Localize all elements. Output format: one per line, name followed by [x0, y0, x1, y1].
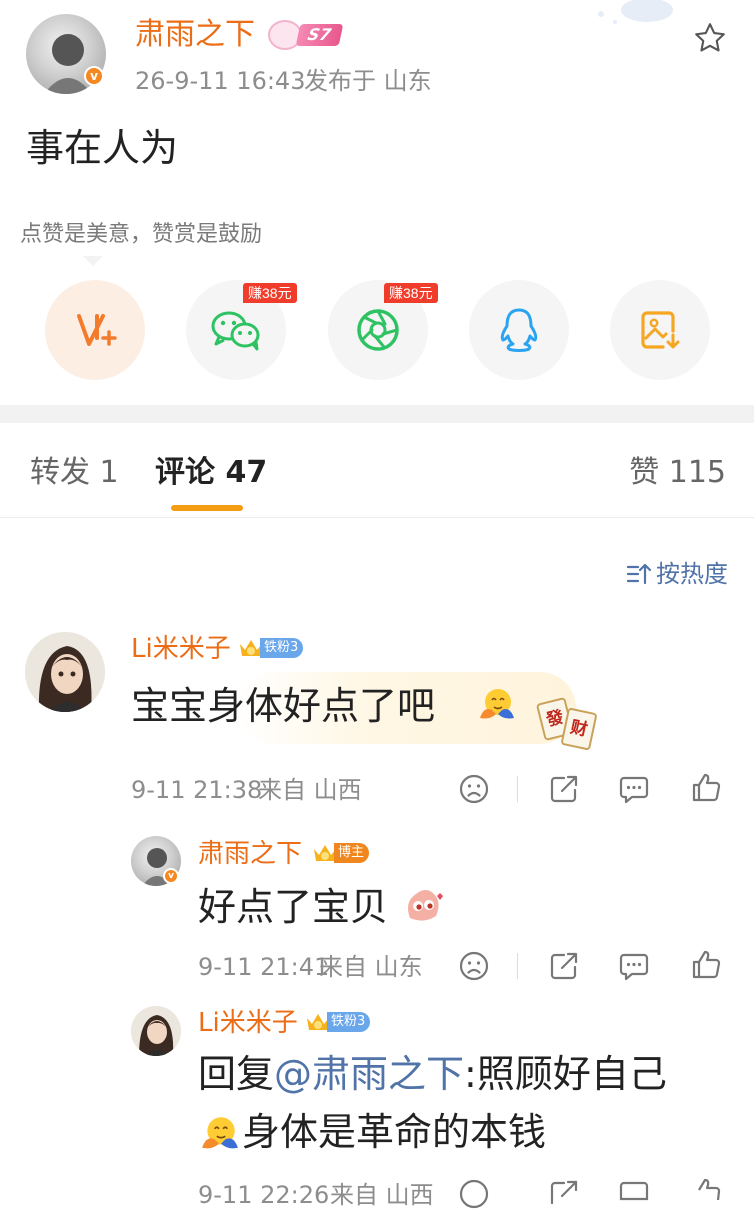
- comment-icon: [619, 953, 649, 981]
- comment-icon: [619, 1181, 649, 1201]
- reply-time: 9-11 22:26: [198, 1181, 330, 1209]
- like-button[interactable]: [690, 1176, 722, 1208]
- forward-button[interactable]: [548, 773, 580, 805]
- reply-button[interactable]: [618, 773, 650, 805]
- forward-icon: [550, 775, 578, 803]
- hint-pointer: [83, 256, 103, 266]
- fan-badge: 铁粉3: [238, 637, 304, 659]
- comment-user[interactable]: Li米米子: [131, 632, 231, 666]
- sort-label: 按热度: [656, 560, 728, 588]
- verified-badge-icon: v: [84, 66, 104, 86]
- verified-badge-icon: v: [163, 868, 179, 884]
- thumbs-up-icon: [692, 950, 721, 979]
- author-badge: 博主: [312, 842, 370, 864]
- cloud-decoration-icon: [598, 0, 673, 24]
- reply-user[interactable]: Li米米子: [198, 1006, 298, 1040]
- share-qq-button[interactable]: [469, 280, 569, 380]
- forward-button[interactable]: [548, 950, 580, 982]
- reward-button[interactable]: [45, 280, 145, 380]
- tab-active-indicator: [171, 505, 243, 511]
- mahjong-tile-1-text: 發: [544, 707, 566, 731]
- reward-hint: 点赞是美意，赞赏是鼓励: [20, 222, 263, 247]
- hug-emoji-icon: [200, 1112, 240, 1152]
- mention-link[interactable]: @肃雨之下: [274, 1052, 464, 1096]
- hug-emoji-icon: [478, 684, 516, 722]
- comment-icon: [619, 776, 649, 804]
- dislike-button[interactable]: [458, 773, 490, 805]
- reply-user[interactable]: 肃雨之下: [198, 837, 302, 871]
- author-name[interactable]: 肃雨之下: [135, 16, 255, 54]
- reply-avatar[interactable]: [131, 1006, 181, 1056]
- frown-face-icon: [459, 774, 489, 804]
- reply-button[interactable]: [618, 950, 650, 982]
- mahjong-tile-2-text: 财: [568, 717, 590, 741]
- sort-button[interactable]: 按热度: [626, 558, 728, 590]
- level-badge: S7: [268, 20, 343, 50]
- reply-button[interactable]: [618, 1178, 650, 1210]
- forward-icon: [550, 1180, 578, 1205]
- comment-avatar[interactable]: [25, 632, 105, 712]
- fan-badge: 铁粉3: [305, 1011, 371, 1033]
- dislike-button[interactable]: [458, 950, 490, 982]
- anime-girl-avatar-icon: [25, 632, 105, 712]
- post-location: 发布于 山东: [304, 67, 432, 95]
- level-badge-label: S7: [295, 24, 343, 46]
- section-divider: [0, 405, 754, 423]
- fan-badge-label: 铁粉3: [327, 1012, 371, 1032]
- reply-text: 好点了宝贝: [198, 885, 389, 929]
- decorative-banner: [585, 0, 685, 30]
- action-separator: [517, 776, 518, 802]
- reply-text-line1: 回复@肃雨之下:照顾好自己: [198, 1050, 667, 1098]
- like-button[interactable]: [690, 948, 722, 980]
- reply-time: 9-11 21:41: [198, 953, 330, 981]
- tab-likes[interactable]: 赞 115: [629, 453, 726, 493]
- sort-icon: [626, 563, 652, 585]
- frown-face-icon: [459, 1179, 489, 1209]
- author-badge-label: 博主: [334, 843, 370, 863]
- reply-location: 来自 山西: [330, 1181, 434, 1209]
- comment-location: 来自 山西: [258, 776, 362, 804]
- save-image-button[interactable]: [610, 280, 710, 380]
- tab-comments[interactable]: 评论 47: [155, 453, 267, 493]
- earn-badge-wechat: 赚38元: [243, 283, 297, 303]
- blush-emoji-icon: [402, 884, 446, 924]
- comment-text: 宝宝身体好点了吧: [131, 684, 436, 728]
- tabs-divider: [0, 517, 754, 518]
- anime-girl-avatar-icon: [131, 1006, 181, 1056]
- comment-time: 9-11 21:38: [131, 776, 263, 804]
- tab-repost[interactable]: 转发 1: [30, 453, 119, 493]
- forward-icon: [550, 952, 578, 980]
- reply-text-part: :照顾好自己: [464, 1052, 667, 1096]
- favorite-star-icon[interactable]: [692, 20, 728, 56]
- thumbs-up-icon: [692, 773, 721, 802]
- fan-badge-label: 铁粉3: [260, 638, 304, 658]
- post-time: 26-9-11 16:43: [135, 67, 306, 95]
- reply-prefix: 回复: [198, 1052, 275, 1096]
- reply-text-line2: 身体是革命的本钱: [242, 1110, 547, 1154]
- mahjong-tile-2: 财: [560, 707, 598, 751]
- mahjong-sticker: 發 财: [535, 696, 598, 752]
- dislike-button[interactable]: [458, 1178, 490, 1210]
- reply-location: 来自 山东: [319, 953, 423, 981]
- post-content: 事在人为: [26, 126, 179, 170]
- wechat-icon: [211, 311, 260, 351]
- forward-button[interactable]: [548, 1178, 580, 1210]
- save-image-icon: [641, 311, 680, 349]
- frown-face-icon: [459, 951, 489, 981]
- like-button[interactable]: [690, 771, 722, 803]
- qq-icon: [500, 308, 538, 352]
- moments-icon: [357, 309, 399, 351]
- reward-v-plus-icon: [77, 314, 117, 346]
- action-separator: [517, 953, 518, 979]
- thumbs-up-icon: [698, 1178, 721, 1201]
- earn-badge-moments: 赚38元: [384, 283, 438, 303]
